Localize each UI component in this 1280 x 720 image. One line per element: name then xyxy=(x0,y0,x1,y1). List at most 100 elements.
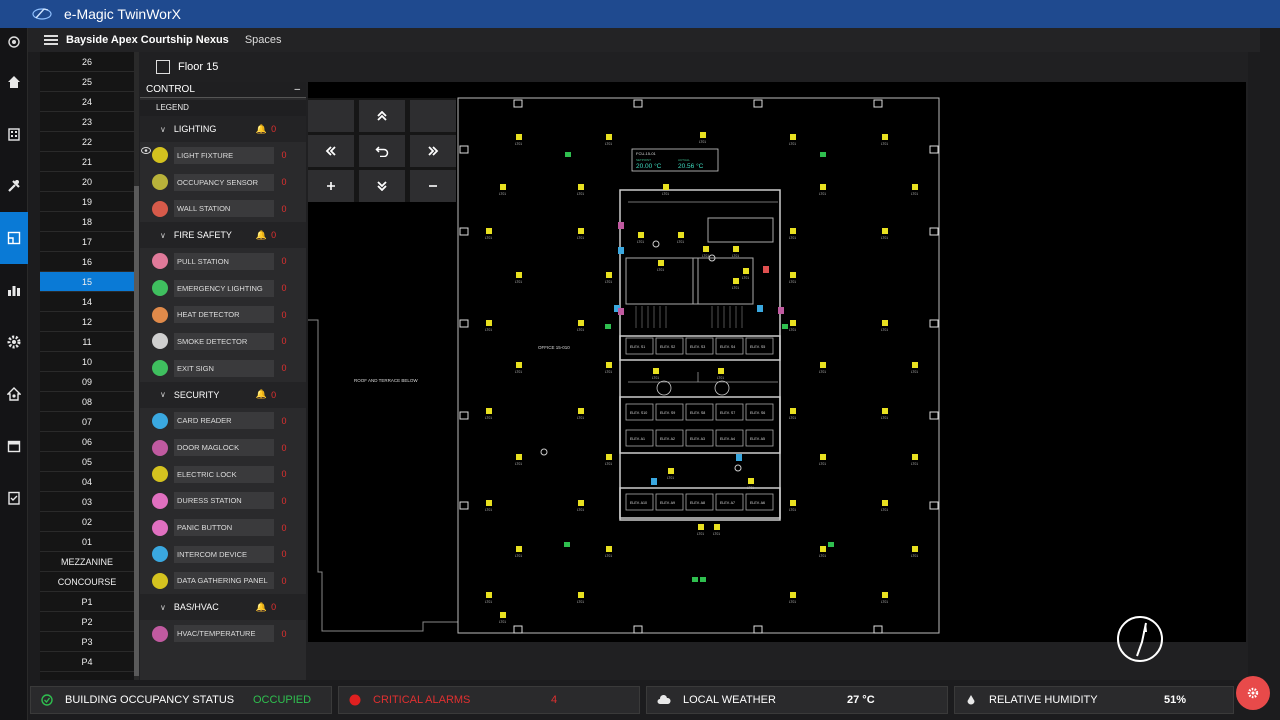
settings-fab[interactable] xyxy=(1236,676,1270,710)
pan-up-button[interactable] xyxy=(359,100,405,132)
building-name[interactable]: Bayside Apex Courtship Nexus xyxy=(66,34,229,46)
legend-item[interactable]: DOOR MAGLOCK 0 xyxy=(140,434,306,461)
light-fixture-marker[interactable] xyxy=(912,454,918,460)
legend-item[interactable]: INTERCOM DEVICE 0 xyxy=(140,541,306,568)
light-fixture-marker[interactable] xyxy=(606,272,612,278)
floor-item[interactable]: 04 xyxy=(40,472,134,492)
floor-item[interactable]: 19 xyxy=(40,192,134,212)
floor-item[interactable]: 17 xyxy=(40,232,134,252)
light-fixture-marker[interactable] xyxy=(668,468,674,474)
legend-item[interactable]: PANIC BUTTON 0 xyxy=(140,514,306,541)
floor-item[interactable]: 05 xyxy=(40,452,134,472)
hamburger-menu-icon[interactable] xyxy=(44,35,58,45)
floor-item[interactable]: 09 xyxy=(40,372,134,392)
pan-right-button[interactable] xyxy=(410,135,456,167)
building-icon[interactable] xyxy=(0,108,28,160)
legend-item[interactable]: DATA GATHERING PANEL 0 xyxy=(140,568,306,595)
light-fixture-marker[interactable] xyxy=(606,134,612,140)
legend-item[interactable]: WALL STATION 0 xyxy=(140,195,306,222)
home-icon[interactable] xyxy=(0,56,28,108)
tools-icon[interactable] xyxy=(0,160,28,212)
light-fixture-marker[interactable] xyxy=(700,132,706,138)
floor-item[interactable]: 06 xyxy=(40,432,134,452)
light-fixture-marker[interactable] xyxy=(678,232,684,238)
light-fixture-marker[interactable] xyxy=(912,184,918,190)
floor-item[interactable]: 11 xyxy=(40,332,134,352)
exit-sign-marker[interactable] xyxy=(564,542,570,547)
floor-item[interactable]: 21 xyxy=(40,152,134,172)
light-fixture-marker[interactable] xyxy=(578,408,584,414)
legend-item[interactable]: LIGHT FIXTURE 0 xyxy=(140,142,306,169)
light-fixture-marker[interactable] xyxy=(698,524,704,530)
light-fixture-marker[interactable] xyxy=(578,228,584,234)
floor-list-scrollbar[interactable] xyxy=(134,52,139,680)
floor-item[interactable]: 26 xyxy=(40,52,134,72)
legend-item[interactable]: HVAC/TEMPERATURE 0 xyxy=(140,620,306,647)
thermostat-display[interactable]: FCU-15-01 SETPOINT 20.00 °C ACTUAL 20.56… xyxy=(631,148,719,172)
floor-item[interactable]: P4 xyxy=(40,652,134,672)
light-fixture-marker[interactable] xyxy=(516,454,522,460)
light-fixture-marker[interactable] xyxy=(790,408,796,414)
floor-item[interactable]: P2 xyxy=(40,612,134,632)
light-fixture-marker[interactable] xyxy=(912,546,918,552)
light-fixture-marker[interactable] xyxy=(733,246,739,252)
globe-icon[interactable] xyxy=(0,28,28,56)
light-fixture-marker[interactable] xyxy=(912,362,918,368)
light-fixture-marker[interactable] xyxy=(882,320,888,326)
chart-icon[interactable] xyxy=(0,264,28,316)
floor-item[interactable]: 20 xyxy=(40,172,134,192)
floorplan-icon[interactable] xyxy=(0,212,28,264)
light-fixture-marker[interactable] xyxy=(486,500,492,506)
legend-item[interactable]: EXIT SIGN 0 xyxy=(140,355,306,382)
legend-item[interactable]: SMOKE DETECTOR 0 xyxy=(140,328,306,355)
floor-item[interactable]: 25 xyxy=(40,72,134,92)
floor-item[interactable]: P1 xyxy=(40,592,134,612)
light-fixture-marker[interactable] xyxy=(578,184,584,190)
floor-item[interactable]: CONCOURSE xyxy=(40,572,134,592)
light-fixture-marker[interactable] xyxy=(703,246,709,252)
light-fixture-marker[interactable] xyxy=(516,546,522,552)
legend-category[interactable]: ∨ FIRE SAFETY 🔔 0 xyxy=(140,222,306,249)
collapse-control-button[interactable]: – xyxy=(294,84,300,95)
floor-item[interactable]: 07 xyxy=(40,412,134,432)
light-fixture-marker[interactable] xyxy=(606,546,612,552)
settings-icon[interactable] xyxy=(0,316,28,368)
exit-sign-marker[interactable] xyxy=(700,577,706,582)
floor-item[interactable]: P3 xyxy=(40,632,134,652)
light-fixture-marker[interactable] xyxy=(578,500,584,506)
spaces-link[interactable]: Spaces xyxy=(245,34,282,46)
light-fixture-marker[interactable] xyxy=(882,592,888,598)
light-fixture-marker[interactable] xyxy=(743,268,749,274)
pan-down-button[interactable] xyxy=(359,170,405,202)
light-fixture-marker[interactable] xyxy=(748,478,754,484)
light-fixture-marker[interactable] xyxy=(820,546,826,552)
floor-item[interactable]: 18 xyxy=(40,212,134,232)
light-fixture-marker[interactable] xyxy=(714,524,720,530)
zoom-out-button[interactable] xyxy=(410,170,456,202)
scrollbar-thumb[interactable] xyxy=(134,186,139,676)
light-fixture-marker[interactable] xyxy=(820,454,826,460)
light-fixture-marker[interactable] xyxy=(486,408,492,414)
legend-category[interactable]: ∨ SECURITY 🔔 0 xyxy=(140,381,306,408)
critical-alarms-status[interactable]: CRITICAL ALARMS 4 xyxy=(338,686,640,714)
light-fixture-marker[interactable] xyxy=(790,320,796,326)
floor-item[interactable]: MEZZANINE xyxy=(40,552,134,572)
exit-sign-marker[interactable] xyxy=(782,324,788,329)
light-fixture-marker[interactable] xyxy=(790,228,796,234)
light-fixture-marker[interactable] xyxy=(486,320,492,326)
light-fixture-marker[interactable] xyxy=(718,368,724,374)
light-fixture-marker[interactable] xyxy=(516,134,522,140)
floor-item[interactable]: 24 xyxy=(40,92,134,112)
light-fixture-marker[interactable] xyxy=(500,612,506,618)
floor-item[interactable]: 01 xyxy=(40,532,134,552)
legend-item[interactable]: DURESS STATION 0 xyxy=(140,488,306,515)
legend-item[interactable]: CARD READER 0 xyxy=(140,408,306,435)
light-fixture-marker[interactable] xyxy=(653,368,659,374)
floor-item[interactable]: 08 xyxy=(40,392,134,412)
light-fixture-marker[interactable] xyxy=(882,500,888,506)
exit-sign-marker[interactable] xyxy=(820,152,826,157)
light-fixture-marker[interactable] xyxy=(790,134,796,140)
zoom-in-button[interactable] xyxy=(308,170,354,202)
light-fixture-marker[interactable] xyxy=(790,500,796,506)
floor-item[interactable]: 23 xyxy=(40,112,134,132)
